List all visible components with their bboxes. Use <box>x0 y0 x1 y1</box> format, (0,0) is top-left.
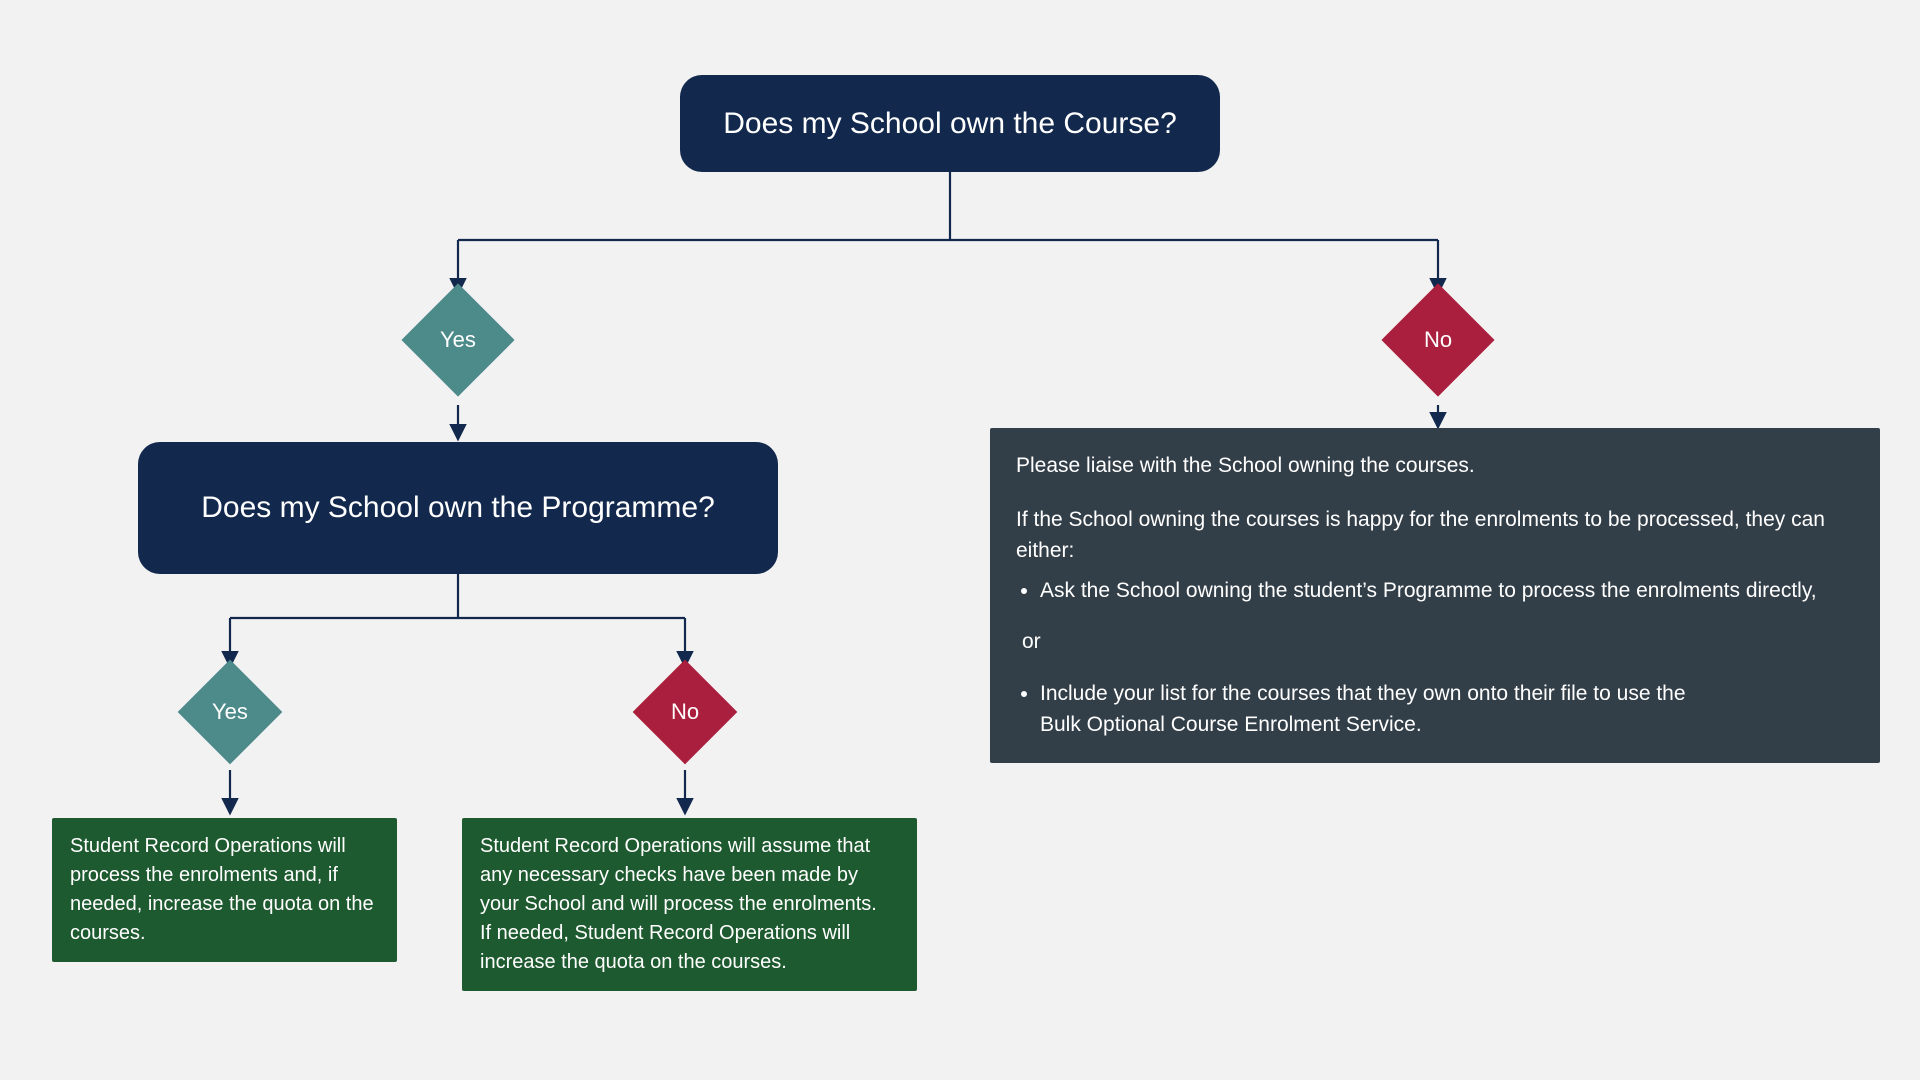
flowchart-canvas: Does my School own the Course? Yes No Do… <box>0 0 1920 1080</box>
outcome-yes-yes: Student Record Operations will process t… <box>52 818 397 962</box>
decision-label: No <box>1424 327 1452 353</box>
decision-yes-programme: Yes <box>178 660 283 765</box>
question-programme-ownership: Does my School own the Programme? <box>138 442 778 574</box>
outcome-no-line2: If the School owning the courses is happ… <box>1016 504 1854 567</box>
decision-no-programme: No <box>633 660 738 765</box>
outcome-no-or: or <box>1022 626 1854 658</box>
outcome-no-bullet-2: Include your list for the courses that t… <box>1040 678 1854 741</box>
outcome-yes-no: Student Record Operations will assume th… <box>462 818 917 991</box>
decision-no-course: No <box>1381 283 1494 396</box>
outcome-no-bullet-2-line1: Include your list for the courses that t… <box>1040 682 1686 705</box>
decision-yes-course: Yes <box>401 283 514 396</box>
outcome-no-intro: Please liaise with the School owning the… <box>1016 450 1854 482</box>
decision-label: Yes <box>440 327 476 353</box>
outcome-no-bullet-1: Ask the School owning the student’s Prog… <box>1040 575 1854 607</box>
outcome-no: Please liaise with the School owning the… <box>990 428 1880 763</box>
outcome-no-bullet-2-line2: Bulk Optional Course Enrolment Service. <box>1040 713 1422 736</box>
question-course-ownership: Does my School own the Course? <box>680 75 1220 172</box>
decision-label: Yes <box>212 699 248 725</box>
decision-label: No <box>671 699 699 725</box>
